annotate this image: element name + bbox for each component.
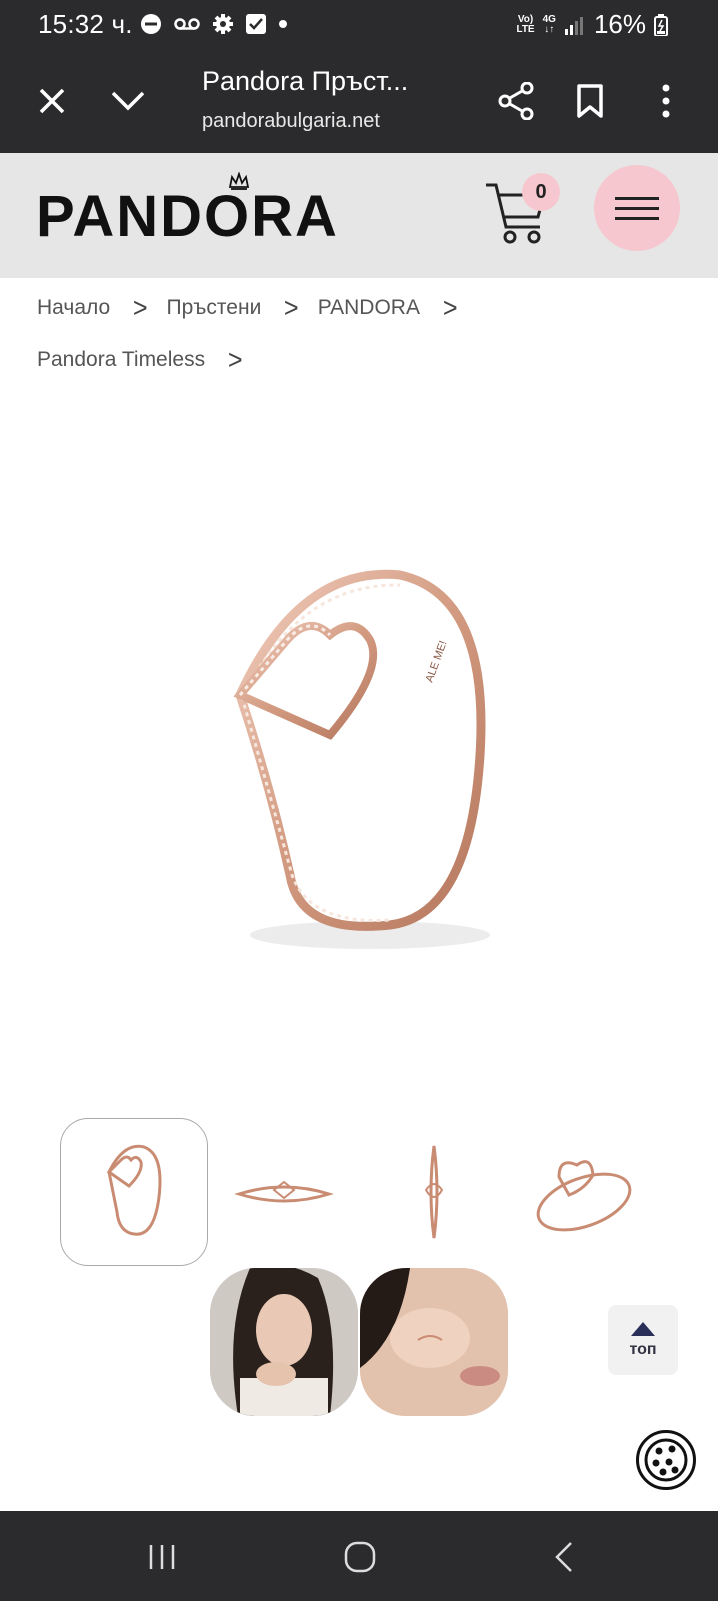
main-product-image[interactable]: ALE ME! — [180, 555, 540, 975]
chevron-down-icon — [111, 91, 145, 111]
status-time: 15:32 ч. — [38, 9, 133, 39]
minimize-button[interactable] — [100, 73, 156, 129]
home-icon — [344, 1541, 376, 1573]
battery-percentage: 16% — [593, 9, 646, 39]
thumbnail-1[interactable] — [60, 1118, 208, 1266]
ring-thumbnail-front — [106, 1144, 162, 1236]
4g-indicator: 4G ↓↑ — [542, 13, 556, 35]
breadcrumb-item-home[interactable]: Начало — [37, 296, 110, 320]
menu-line — [615, 196, 659, 200]
model-photo-2[interactable] — [360, 1268, 508, 1416]
breadcrumb-item-pandora[interactable]: PANDORA — [318, 296, 420, 320]
menu-line — [615, 206, 659, 210]
site-header: PANDORA 0 — [0, 153, 718, 278]
browser-toolbar: Pandora Пръст... pandorabulgaria.net — [0, 48, 718, 153]
signal-strength-icon — [564, 16, 583, 35]
do-not-disturb-icon — [141, 14, 161, 34]
recent-apps-button[interactable] — [138, 1535, 186, 1579]
close-tab-button[interactable] — [24, 73, 80, 129]
system-nav-bar — [0, 1511, 718, 1601]
breadcrumb-item-rings[interactable]: Пръстени — [167, 296, 262, 320]
recent-apps-icon — [149, 1545, 175, 1569]
menu-line — [615, 216, 659, 220]
bookmark-icon — [577, 84, 603, 118]
bookmark-button[interactable] — [562, 73, 618, 129]
home-button[interactable] — [336, 1535, 384, 1579]
pandora-logo[interactable]: PANDORA — [36, 183, 339, 250]
page-title[interactable]: Pandora Пръст... — [202, 66, 408, 97]
ring-thumbnail-edge — [424, 1145, 444, 1239]
model-photo-1[interactable] — [210, 1268, 358, 1416]
cart-count-badge[interactable]: 0 — [522, 173, 560, 211]
arrow-up-icon — [631, 1322, 655, 1336]
scroll-to-top-button[interactable]: топ — [608, 1305, 678, 1375]
breadcrumb: Начало > Пръстени > PANDORA > Pandora Ti… — [37, 282, 637, 386]
voicemail-icon — [174, 18, 200, 30]
thumbnail-2[interactable] — [210, 1118, 358, 1266]
back-chevron-icon — [555, 1542, 572, 1572]
page-url[interactable]: pandorabulgaria.net — [202, 110, 380, 133]
ring-thumbnail-side — [234, 1180, 334, 1203]
task-check-icon — [246, 14, 266, 34]
battery-charging-icon — [654, 13, 668, 36]
model-hand-closeup-image — [360, 1268, 508, 1416]
cookie-settings-button[interactable] — [636, 1430, 696, 1490]
breadcrumb-separator: > — [227, 344, 243, 375]
thumbnail-3[interactable] — [360, 1118, 508, 1266]
share-button[interactable] — [488, 73, 544, 129]
cookie-icon — [644, 1438, 688, 1482]
breadcrumb-separator: > — [132, 292, 148, 323]
ring-thumbnail-angle — [536, 1160, 632, 1232]
scroll-to-top-label: топ — [629, 1341, 657, 1358]
notification-dot-icon — [279, 20, 287, 28]
breadcrumb-separator: > — [284, 292, 299, 323]
more-options-button[interactable] — [638, 73, 694, 129]
ring-engraving: ALE ME! — [424, 639, 450, 684]
hamburger-menu-button[interactable] — [594, 165, 680, 251]
model-portrait-image — [210, 1268, 358, 1416]
status-notification-icons — [140, 12, 288, 36]
back-button[interactable] — [540, 1535, 588, 1579]
more-vert-icon — [662, 84, 670, 118]
crown-icon — [228, 172, 250, 190]
status-system-icons: Vo) LTE 4G ↓↑ 16% — [516, 9, 668, 40]
volte-indicator: Vo) LTE — [516, 13, 535, 35]
breadcrumb-item-timeless[interactable]: Pandora Timeless — [37, 348, 205, 372]
breadcrumb-separator: > — [442, 292, 458, 323]
settings-gear-icon — [213, 14, 233, 34]
share-icon — [498, 82, 534, 120]
close-icon — [39, 88, 65, 114]
thumbnail-4[interactable] — [510, 1118, 658, 1266]
status-bar: 15:32 ч. Vo) LTE 4G ↓↑ 16% — [0, 0, 718, 48]
